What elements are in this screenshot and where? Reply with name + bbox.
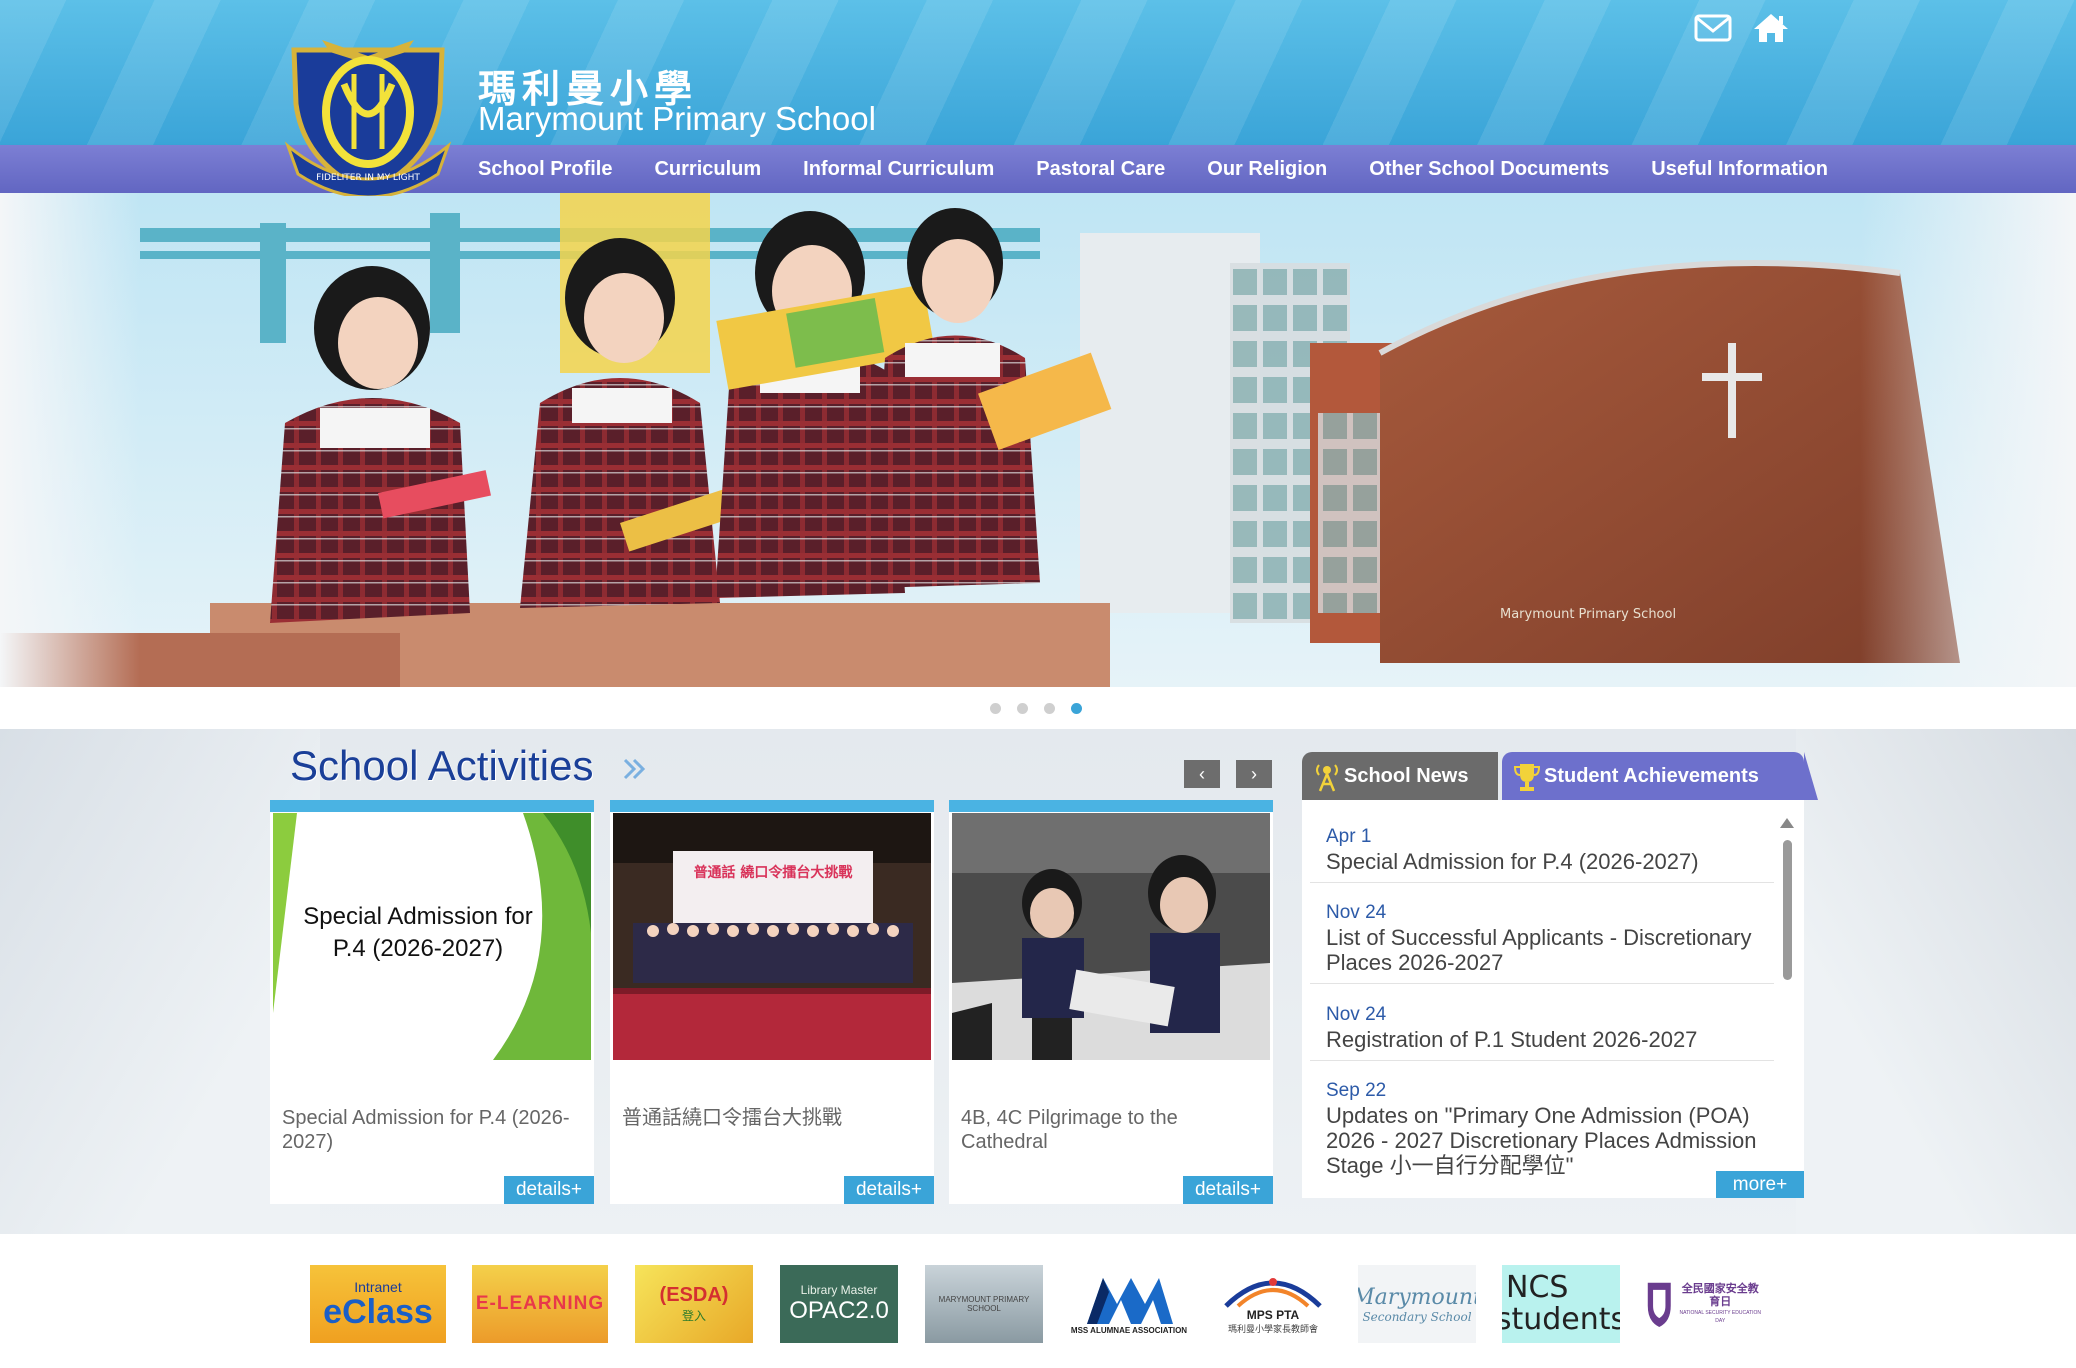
- news-title[interactable]: Registration of P.1 Student 2026-2027: [1326, 1027, 1774, 1052]
- mss-m-icon: [1087, 1277, 1173, 1324]
- news-title[interactable]: List of Successful Applicants - Discreti…: [1326, 925, 1774, 975]
- news-title[interactable]: Special Admission for P.4 (2026-2027): [1326, 849, 1774, 874]
- carousel-dot-3[interactable]: [1044, 703, 1055, 714]
- home-icon[interactable]: [1752, 12, 1790, 44]
- eclass-logo-line2: eClass: [323, 1293, 433, 1331]
- news-item[interactable]: Sep 22 Updates on "Primary One Admission…: [1310, 1079, 1774, 1186]
- school-name-en[interactable]: Marymount Primary School: [478, 100, 876, 138]
- esda-logo[interactable]: (ESDA) 登入: [635, 1265, 753, 1343]
- eclass-logo[interactable]: Intranet eClass: [310, 1265, 446, 1343]
- activity-card-caption[interactable]: Special Admission for P.4 (2026-2027): [282, 1106, 582, 1154]
- news-list: Apr 1 Special Admission for P.4 (2026-20…: [1302, 800, 1804, 1198]
- news-date: Nov 24: [1326, 1004, 1387, 1025]
- more-button[interactable]: more+: [1716, 1171, 1804, 1198]
- nav-useful-information[interactable]: Useful Information: [1630, 145, 1849, 193]
- news-date: Sep 22: [1326, 1080, 1387, 1101]
- school-photo-logo-text: MARYMOUNT PRIMARY SCHOOL: [938, 1295, 1030, 1313]
- nav-our-religion[interactable]: Our Religion: [1186, 145, 1348, 193]
- e-learning-logo-text: E-LEARNING: [475, 1293, 605, 1314]
- marymount-secondary-logo[interactable]: Marymount Secondary School: [1358, 1265, 1476, 1343]
- details-button[interactable]: details+: [504, 1176, 594, 1204]
- mps-pta-logo-line2: 瑪利曼小學家長教師會: [1227, 1323, 1318, 1334]
- building-sign: Marymount Primary School: [1500, 607, 1676, 622]
- news-date: Nov 24: [1326, 902, 1387, 923]
- hero-image: Marymount Primary School: [0, 193, 2076, 687]
- activity-card-caption[interactable]: 4B, 4C Pilgrimage to the Cathedral: [961, 1106, 1261, 1154]
- e-learning-logo[interactable]: E-LEARNING: [472, 1265, 608, 1343]
- carousel-dot-1[interactable]: [990, 703, 1001, 714]
- nsed-logo-line2: NATIONAL SECURITY EDUCATION DAY: [1679, 1310, 1762, 1324]
- news-item[interactable]: Nov 24 Registration of P.1 Student 2026-…: [1310, 1003, 1774, 1061]
- marymount-secondary-logo-line1: Marymount: [1358, 1284, 1476, 1310]
- activity-card-image[interactable]: 普通話 繞口令擂台大挑戰: [613, 813, 931, 1060]
- scroll-thumb[interactable]: [1783, 840, 1792, 980]
- library-opac-logo[interactable]: Library Master OPAC2.0: [780, 1265, 898, 1343]
- tab-school-news[interactable]: School News: [1302, 752, 1498, 800]
- carousel-dot-4[interactable]: [1071, 703, 1082, 714]
- double-chevron-right-icon[interactable]: [622, 756, 648, 782]
- school-photo-logo[interactable]: MARYMOUNT PRIMARY SCHOOL: [925, 1265, 1043, 1343]
- top-icons: [1694, 12, 1790, 44]
- ncs-students-logo-line1: NCS: [1506, 1270, 1569, 1305]
- school-crest-logo[interactable]: FIDELITER IN MY LIGHT: [282, 34, 454, 199]
- scroll-up-arrow-icon[interactable]: [1780, 818, 1794, 828]
- mss-alumnae-logo[interactable]: MSS ALUMNAE ASSOCIATION: [1070, 1265, 1188, 1343]
- activity-card-image-text: Special Admission for P.4 (2026-2027): [303, 903, 533, 962]
- details-button[interactable]: details+: [1183, 1176, 1273, 1204]
- activity-card[interactable]: Special Admission for P.4 (2026-2027) Sp…: [270, 800, 594, 1204]
- pta-arc-icon: [1224, 1277, 1322, 1308]
- esda-logo-line1: (ESDA): [659, 1284, 729, 1306]
- carousel-dot-2[interactable]: [1017, 703, 1028, 714]
- esda-logo-line2: 登入: [681, 1309, 706, 1323]
- activity-card-image[interactable]: Special Admission for P.4 (2026-2027): [273, 813, 591, 1060]
- news-title[interactable]: Updates on "Primary One Admission (POA) …: [1326, 1103, 1774, 1178]
- activity-card[interactable]: 普通話 繞口令擂台大挑戰 普通話繞口令擂台大挑戰 details+: [610, 800, 934, 1204]
- news-date: Apr 1: [1326, 826, 1372, 847]
- nav-school-profile[interactable]: School Profile: [478, 145, 633, 193]
- shield-icon: [1647, 1282, 1671, 1327]
- ncs-students-logo-line2: students: [1502, 1302, 1620, 1337]
- mail-icon[interactable]: [1694, 12, 1732, 44]
- school-activities-title[interactable]: School Activities: [290, 742, 593, 790]
- marymount-secondary-logo-line2: Secondary School: [1362, 1309, 1472, 1324]
- activity-card-caption[interactable]: 普通話繞口令擂台大挑戰: [622, 1106, 922, 1130]
- news-item[interactable]: Nov 24 List of Successful Applicants - D…: [1310, 901, 1774, 984]
- mps-pta-logo-line1: MPS PTA: [1246, 1307, 1300, 1322]
- nav-pastoral-care[interactable]: Pastoral Care: [1015, 145, 1186, 193]
- library-opac-logo-line2: OPAC2.0: [789, 1297, 889, 1324]
- activity-card-image[interactable]: [952, 813, 1270, 1060]
- tab-student-achievements[interactable]: Student Achievements: [1502, 752, 1818, 800]
- activities-prev-button[interactable]: ‹: [1184, 760, 1220, 788]
- tab-school-news-label: School News: [1344, 765, 1469, 787]
- mss-alumnae-logo-text: MSS ALUMNAE ASSOCIATION: [1070, 1325, 1188, 1335]
- trophy-icon: [1513, 762, 1541, 792]
- activity-card-image-text: 普通話 繞口令擂台大挑戰: [693, 865, 853, 881]
- carousel-dots: [990, 703, 1082, 714]
- ncs-students-logo[interactable]: NCS students: [1502, 1265, 1620, 1343]
- nav-curriculum[interactable]: Curriculum: [633, 145, 782, 193]
- national-security-education-logo[interactable]: 全民國家安全教育日 NATIONAL SECURITY EDUCATION DA…: [1646, 1265, 1764, 1343]
- activities-next-button[interactable]: ›: [1236, 760, 1272, 788]
- mps-pta-logo[interactable]: MPS PTA 瑪利曼小學家長教師會: [1214, 1265, 1332, 1343]
- nav-other-school-documents[interactable]: Other School Documents: [1348, 145, 1630, 193]
- carousel-indicator-bar: [0, 687, 2076, 729]
- tab-student-achievements-label: Student Achievements: [1544, 765, 1759, 787]
- nav-informal-curriculum[interactable]: Informal Curriculum: [782, 145, 1015, 193]
- activity-card[interactable]: 4B, 4C Pilgrimage to the Cathedral detai…: [949, 800, 1273, 1204]
- antenna-icon: [1314, 762, 1340, 792]
- news-scrollbar[interactable]: [1780, 818, 1794, 1174]
- news-item[interactable]: Apr 1 Special Admission for P.4 (2026-20…: [1310, 825, 1774, 883]
- crest-motto: FIDELITER IN MY LIGHT: [316, 173, 420, 183]
- library-opac-logo-line1: Library Master: [800, 1283, 878, 1297]
- details-button[interactable]: details+: [844, 1176, 934, 1204]
- nsed-logo-line1: 全民國家安全教育日: [1681, 1283, 1759, 1308]
- hero-banner[interactable]: Marymount Primary School: [0, 193, 2076, 687]
